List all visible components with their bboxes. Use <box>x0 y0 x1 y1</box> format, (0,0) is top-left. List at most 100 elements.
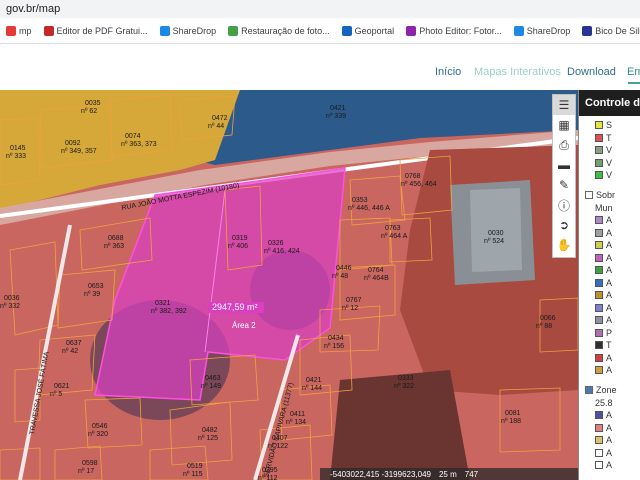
parcel-number: nº 48 <box>332 273 348 280</box>
legend-label: A <box>606 302 613 313</box>
bookmark-item[interactable]: Editor de PDF Gratui... <box>38 25 154 36</box>
section-checkbox[interactable] <box>585 190 593 199</box>
parcel-code: 0482 <box>202 427 218 434</box>
legend-row[interactable]: S <box>579 119 640 132</box>
parcel-number: nº 39 <box>84 291 100 298</box>
legend-row[interactable]: A <box>579 227 640 240</box>
legend-swatch <box>595 461 603 470</box>
parcel-code: 0333 <box>398 375 414 382</box>
section-sobr[interactable]: Sobr <box>579 188 640 202</box>
legend-row[interactable]: A <box>579 434 640 447</box>
parcel-number: nº 115 <box>183 471 203 478</box>
legend-row[interactable]: P <box>579 327 640 340</box>
parcel-code: 0421 <box>330 105 346 112</box>
parcel-number: nº 134 <box>286 419 306 426</box>
legend-row[interactable]: A <box>579 277 640 290</box>
bookmark-item[interactable]: mp <box>0 25 38 36</box>
address-bar[interactable]: gov.br/map <box>0 0 640 18</box>
legend-row[interactable]: A <box>579 314 640 327</box>
section-checkbox-checked[interactable] <box>585 385 593 394</box>
bookmark-item[interactable]: Geoportal <box>336 25 401 36</box>
legend-row[interactable]: V <box>579 144 640 157</box>
legend-swatch <box>595 121 603 130</box>
legend-swatch <box>595 366 603 375</box>
zoom-page: 747 <box>464 469 479 479</box>
map-canvas[interactable]: 0145 nº 333 0092 nº 349, 357 0074 nº 363, 373… <box>0 90 578 480</box>
bookmark-item[interactable]: Photo Editor: Fotor... <box>400 25 508 36</box>
nav-inicio[interactable]: Início <box>435 66 461 78</box>
legend-row[interactable]: A <box>579 352 640 365</box>
nav-em[interactable]: Em <box>627 66 640 78</box>
legend-row[interactable]: A <box>579 252 640 265</box>
legend-swatch <box>595 146 603 155</box>
bookmark-item[interactable]: Bico De Silicone Pro... <box>576 25 640 36</box>
section-mun: Mun <box>595 202 613 213</box>
legend-row[interactable]: A <box>579 447 640 460</box>
parcel-number: nº 42 <box>62 348 78 355</box>
bookmark-item[interactable]: ShareDrop <box>154 25 223 36</box>
bookmark-item[interactable]: Restauração de foto... <box>222 25 336 36</box>
parcel-number: nº 446, 446 A <box>348 205 390 212</box>
layers-icon[interactable]: ☰ <box>553 95 575 115</box>
parcel-number: nº 339 <box>326 113 346 120</box>
parcel-code: 0446 <box>336 265 352 272</box>
legend-row[interactable]: V <box>579 157 640 170</box>
legend-label: P <box>606 327 613 338</box>
hand-icon[interactable]: ✋ <box>553 235 575 255</box>
legend-row[interactable]: A <box>579 239 640 252</box>
parcel-number: nº 144 <box>302 385 322 392</box>
legend-label: V <box>606 170 613 181</box>
legend-row[interactable]: A <box>579 364 640 377</box>
parcel-number: nº 524 <box>484 238 504 245</box>
legend-label: A <box>606 410 613 421</box>
nav-mapas-interativos[interactable]: Mapas Interativos <box>474 66 561 78</box>
parcel-code: 0472 <box>212 115 228 122</box>
legend-row[interactable]: A <box>579 302 640 315</box>
print-icon[interactable]: ⎙ <box>553 135 575 155</box>
legend-label: A <box>606 315 613 326</box>
map-toolbar: ☰ ▦ ⎙ ▬ ✎ ⓘ ➲ ✋ <box>552 94 576 258</box>
export-icon[interactable]: ➲ <box>553 215 575 235</box>
legend-label: A <box>606 460 613 471</box>
area2-label: Área 2 <box>232 321 256 330</box>
section-zone[interactable]: Zone <box>579 383 640 397</box>
legend-label: A <box>606 252 613 263</box>
legend-row[interactable]: A <box>579 214 640 227</box>
nav-download[interactable]: Download <box>567 66 616 78</box>
legend-swatch <box>595 266 603 275</box>
parcel-number: nº 322 <box>394 383 414 390</box>
ruler-icon[interactable]: ▬ <box>553 155 575 175</box>
bookmark-icon <box>513 25 524 36</box>
parcel-code: 0353 <box>352 197 368 204</box>
legend-row[interactable]: A <box>579 409 640 422</box>
bookmark-label: Photo Editor: Fotor... <box>419 25 502 36</box>
parcel-code: 0081 <box>505 410 521 417</box>
legend-row[interactable]: A <box>579 289 640 302</box>
legend-row[interactable]: V <box>579 169 640 182</box>
legend-swatch <box>595 171 603 180</box>
legend-swatch <box>595 158 603 167</box>
map-svg[interactable]: 0145nº 333 0092nº 349, 357 0074nº 363, 373… <box>0 90 578 480</box>
legend-row[interactable]: T <box>579 132 640 145</box>
bookmark-label: Restauração de foto... <box>241 25 330 36</box>
grid-icon[interactable]: ▦ <box>553 115 575 135</box>
legend-row[interactable]: A <box>579 422 640 435</box>
legend-swatch <box>595 253 603 262</box>
legend-swatch <box>595 316 603 325</box>
bookmark-label: mp <box>19 25 32 36</box>
parcel-number: nº 88 <box>536 323 552 330</box>
bookmark-item[interactable]: ShareDrop <box>508 25 577 36</box>
info-icon[interactable]: ⓘ <box>553 195 575 215</box>
legend-group-3: AAAAA <box>579 409 640 472</box>
legend-swatch <box>595 291 603 300</box>
parcel-code: 0066 <box>540 315 556 322</box>
legend-row[interactable]: A <box>579 264 640 277</box>
bookmark-icon <box>228 25 239 36</box>
parcel-code: 0319 <box>232 235 248 242</box>
pencil-icon[interactable]: ✎ <box>553 175 575 195</box>
legend-row[interactable]: A <box>579 459 640 472</box>
legend-row[interactable]: T <box>579 339 640 352</box>
bookmark-label: Geoportal <box>354 25 395 36</box>
parcel-number: nº 382, 392 <box>151 308 187 315</box>
parcel-number: nº 464 A <box>381 233 408 240</box>
